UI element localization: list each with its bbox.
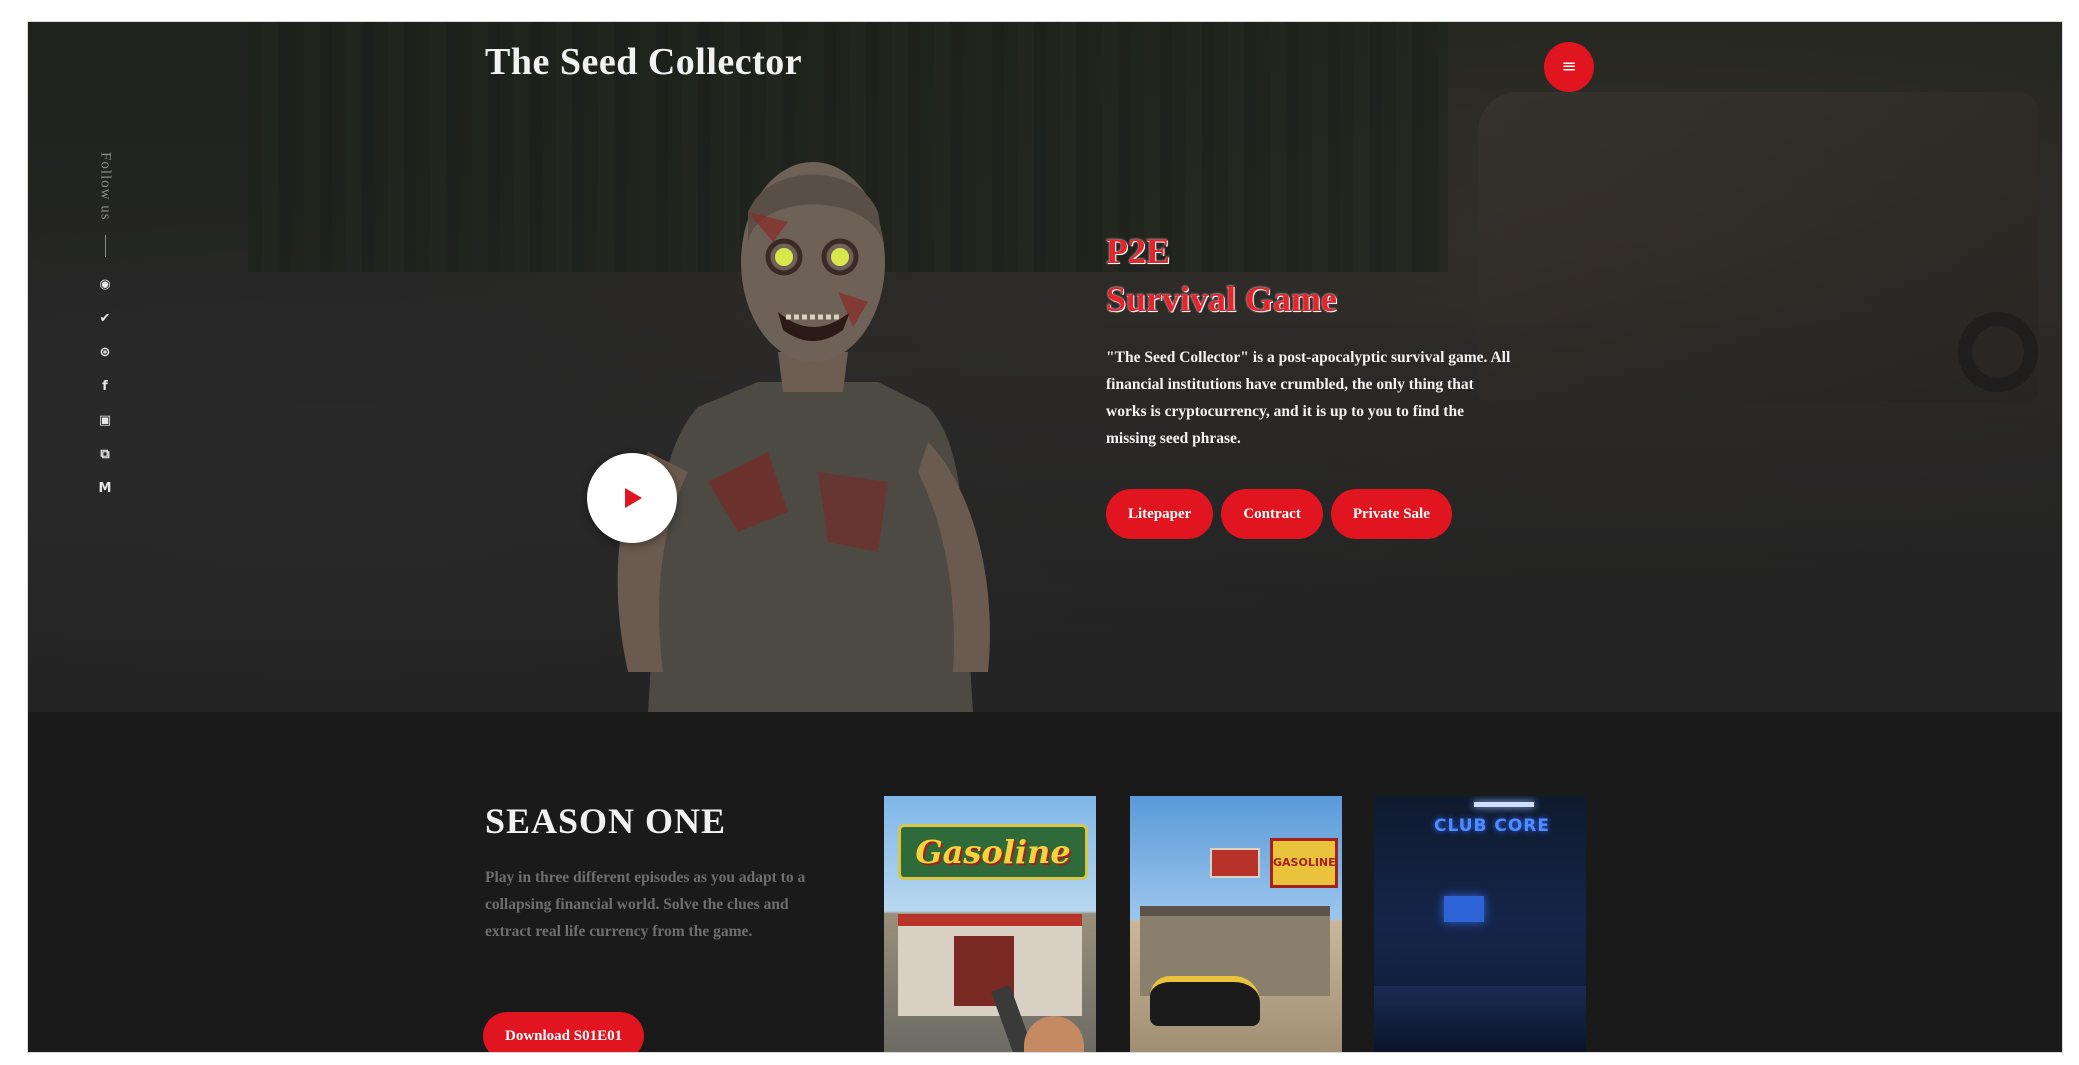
contract-button[interactable]: Contract xyxy=(1221,489,1323,539)
site-title[interactable]: The Seed Collector xyxy=(485,40,802,84)
social-links: ◉ ✔ ⊛ f ▣ ⧉ M xyxy=(95,275,115,499)
play-icon xyxy=(625,488,642,508)
episode-2-thumbnail[interactable]: GASOLINE xyxy=(1130,796,1342,1052)
download-episode-button[interactable]: Download S01E01 xyxy=(483,1012,645,1052)
menu-button[interactable]: ≡ xyxy=(1544,42,1594,92)
gasoline-sign-2: GASOLINE xyxy=(1270,838,1338,888)
private-sale-button[interactable]: Private Sale xyxy=(1330,489,1452,539)
page-frame: The Seed Collector ≡ Follow us ◉ ✔ ⊛ f ▣… xyxy=(28,22,2062,1052)
follow-us-sidebar: Follow us ◉ ✔ ⊛ f ▣ ⧉ M xyxy=(90,152,120,499)
play-video-button[interactable] xyxy=(587,453,677,543)
player-hand xyxy=(1024,1016,1084,1052)
follow-us-label: Follow us xyxy=(97,152,114,221)
medium-icon[interactable]: M xyxy=(95,479,115,499)
twitter-icon[interactable]: ✔ xyxy=(95,309,115,329)
club-core-sign: CLUB CORE xyxy=(1434,816,1551,836)
hero-title-line1: P2E xyxy=(1106,231,1171,271)
season-description: Play in three different episodes as you … xyxy=(485,869,806,940)
truck-background xyxy=(1478,92,2038,402)
discord-icon[interactable]: ◉ xyxy=(95,275,115,295)
neon-screen xyxy=(1444,896,1484,922)
hamburger-menu-icon: ≡ xyxy=(1561,56,1577,77)
hero-section: The Seed Collector ≡ Follow us ◉ ✔ ⊛ f ▣… xyxy=(28,22,2062,712)
episode-1-thumbnail[interactable]: Gasoline xyxy=(884,796,1096,1052)
hero-buttons: Litepaper Contract Private Sale xyxy=(1106,489,1452,539)
twitch-icon[interactable]: ⧉ xyxy=(95,445,115,465)
episode-3-thumbnail[interactable]: CLUB CORE xyxy=(1374,796,1586,1052)
facebook-icon[interactable]: f xyxy=(95,377,115,397)
zombie-character-illustration xyxy=(617,162,990,712)
truck-wheel xyxy=(1958,312,2038,392)
hero-description: "The Seed Collector" is a post-apocalypt… xyxy=(1106,349,1511,447)
hero-title: P2E Survival Game xyxy=(1106,227,1337,323)
ceiling-light xyxy=(1474,802,1534,807)
season-one-section: SEASON ONE Play in three different episo… xyxy=(28,712,2062,1052)
roadside-sign xyxy=(1210,848,1260,878)
youtube-icon[interactable]: ▣ xyxy=(95,411,115,431)
gasoline-sign: Gasoline xyxy=(898,824,1088,880)
telegram-icon[interactable]: ⊛ xyxy=(95,343,115,363)
hero-title-line2: Survival Game xyxy=(1106,279,1337,319)
follow-divider xyxy=(104,234,106,257)
club-floor xyxy=(1374,986,1586,1052)
season-title: SEASON ONE xyxy=(485,801,727,841)
black-car xyxy=(1150,976,1260,1026)
litepaper-button[interactable]: Litepaper xyxy=(1106,489,1214,539)
